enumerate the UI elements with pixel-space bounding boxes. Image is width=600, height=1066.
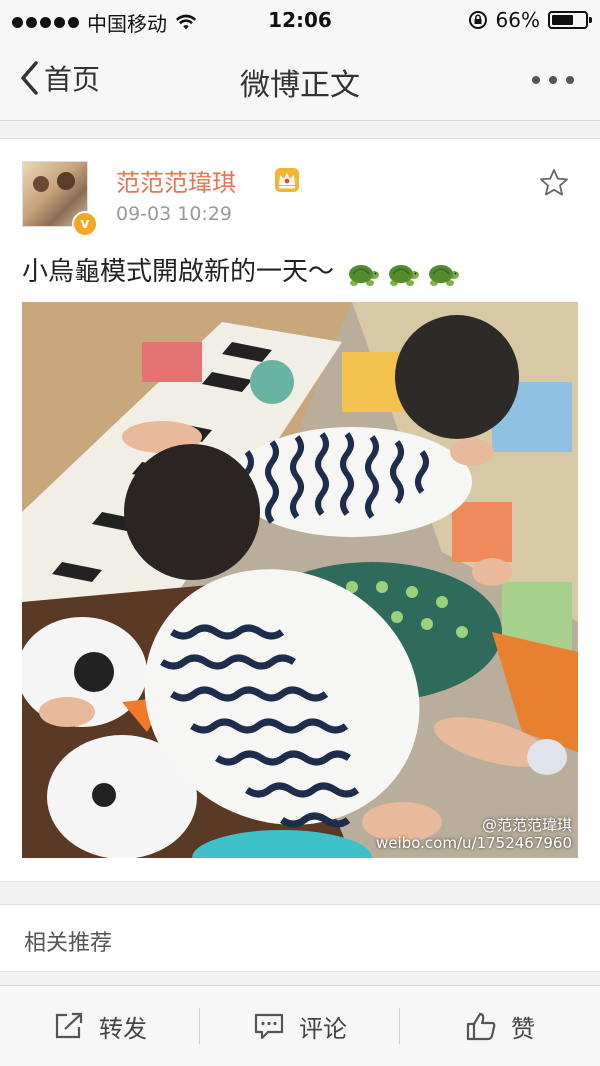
battery-percent: 66% [495,8,540,32]
turtle-icon [429,264,460,286]
turtle-icon [389,264,420,286]
lock-rotation-icon [468,11,487,29]
photo-watermark: @范范范瑋琪 weibo.com/u/1752467960 [376,816,572,852]
star-icon[interactable] [538,167,570,199]
post-text: 小烏龜模式開啟新的一天～ [22,251,460,288]
post-card: v 范范范瑋琪 09-03 10:29 小烏龜模式開啟新的一天～ @范范范瑋琪 … [0,138,600,882]
repost-label: 转发 [99,1014,147,1043]
turtle-emojis [346,258,460,288]
like-icon [466,1012,496,1041]
verified-badge-icon: v [72,211,98,237]
crown-icon[interactable] [274,167,300,193]
battery-fill [552,15,573,25]
watermark-handle: @范范范瑋琪 [481,816,572,834]
repost-icon [55,1012,83,1039]
like-button[interactable]: 赞 [400,986,600,1066]
nav-bar: 首页 微博正文 [0,40,600,121]
post-photo[interactable]: @范范范瑋琪 weibo.com/u/1752467960 [22,302,578,858]
bottom-toolbar: 转发 评论 赞 [0,985,600,1066]
photo-illustration [22,302,578,858]
status-right: 66% [468,8,592,32]
username[interactable]: 范范范瑋琪 [116,163,236,198]
repost-button[interactable]: 转发 [0,986,200,1066]
like-label: 赞 [511,1014,535,1043]
comment-icon [254,1013,284,1040]
turtle-icon [349,264,380,286]
watermark-url: weibo.com/u/1752467960 [376,834,572,852]
post-text-content: 小烏龜模式開啟新的一天～ [22,257,335,287]
comment-label: 评论 [299,1014,347,1043]
more-dots-icon[interactable] [532,76,574,84]
related-label: 相关推荐 [24,931,113,956]
post-time: 09-03 10:29 [116,203,233,225]
status-bar: 中国移动 12:06 66% [0,0,600,40]
battery-icon [548,11,592,29]
comment-button[interactable]: 评论 [200,986,400,1066]
page-title: 微博正文 [240,68,360,103]
related-section[interactable]: 相关推荐 [0,904,600,972]
